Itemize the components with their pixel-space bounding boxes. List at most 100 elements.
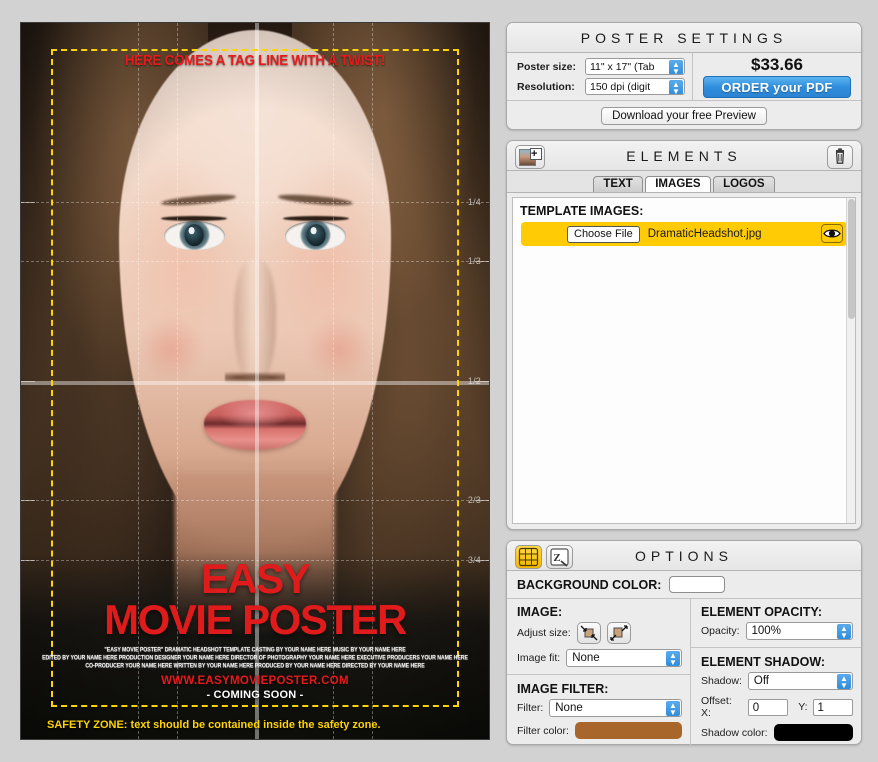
chevron-updown-icon[interactable]: ▲▼ bbox=[666, 651, 680, 666]
poster-billing-block[interactable]: "EASY MOVIE POSTER" DRAMATIC HEADSHOT TE… bbox=[21, 646, 489, 670]
chevron-updown-icon[interactable]: ▲▼ bbox=[666, 701, 680, 716]
background-color-swatch[interactable] bbox=[669, 576, 725, 593]
poster-coming-soon[interactable]: - COMING SOON - bbox=[21, 689, 489, 701]
options-title: OPTIONS bbox=[635, 548, 733, 564]
shadow-value: Off bbox=[754, 675, 769, 687]
toggle-visibility-button[interactable] bbox=[821, 224, 843, 243]
chevron-updown-icon[interactable]: ▲▼ bbox=[837, 624, 851, 639]
element-shadow-section-title: ELEMENT SHADOW: bbox=[701, 655, 853, 669]
image-fit-value: None bbox=[572, 652, 600, 664]
image-fit-label: Image fit: bbox=[517, 652, 560, 664]
expand-to-fill-button[interactable] bbox=[607, 622, 631, 644]
filter-row: Filter: None ▲▼ bbox=[517, 699, 682, 717]
image-fit-row: Image fit: None ▲▼ bbox=[517, 649, 682, 667]
shadow-color-swatch[interactable] bbox=[774, 724, 853, 741]
template-images-label: TEMPLATE IMAGES: bbox=[513, 198, 855, 222]
grid-guides-icon bbox=[516, 546, 541, 568]
resolution-select[interactable]: 150 dpi (digit ▲▼ bbox=[585, 78, 685, 95]
shadow-color-label: Shadow color: bbox=[701, 727, 768, 739]
plus-icon: + bbox=[530, 148, 542, 160]
elements-content: TEMPLATE IMAGES: Choose File DramaticHea… bbox=[512, 197, 856, 524]
svg-text:Z: Z bbox=[553, 552, 565, 564]
poster-size-select[interactable]: 11" x 17" (Tab ▲▼ bbox=[585, 58, 685, 75]
chevron-updown-icon[interactable]: ▲▼ bbox=[669, 60, 683, 75]
delete-element-button[interactable] bbox=[827, 145, 853, 169]
resolution-row: Resolution: 150 dpi (digit ▲▼ bbox=[517, 78, 692, 95]
options-columns: IMAGE: Adjust size: bbox=[507, 599, 861, 746]
shadow-offset-row: Offset: X: 0 Y: 1 bbox=[701, 695, 853, 719]
shadow-label: Shadow: bbox=[701, 675, 742, 687]
poster-size-row: Poster size: 11" x 17" (Tab ▲▼ bbox=[517, 58, 692, 75]
chevron-updown-icon[interactable]: ▲▼ bbox=[669, 80, 683, 95]
adjust-size-label: Adjust size: bbox=[517, 627, 571, 639]
elements-title: ELEMENTS bbox=[626, 148, 741, 164]
poster-size-value: 11" x 17" (Tab bbox=[590, 61, 654, 73]
options-panel: OPTIONS Z BACKGROUND COLOR: bbox=[506, 540, 862, 745]
tab-images[interactable]: IMAGES bbox=[645, 176, 710, 192]
image-filter-section-title: IMAGE FILTER: bbox=[517, 682, 682, 696]
layout-view-button[interactable]: Z bbox=[546, 545, 573, 569]
elements-scrollbar[interactable] bbox=[846, 198, 855, 523]
adjust-size-row: Adjust size: bbox=[517, 622, 682, 644]
poster-settings-fields: Poster size: 11" x 17" (Tab ▲▼ Resolutio… bbox=[507, 53, 693, 100]
options-divider-right bbox=[691, 647, 861, 648]
image-fit-select[interactable]: None ▲▼ bbox=[566, 649, 682, 667]
toggle-guides-button[interactable] bbox=[515, 545, 542, 569]
poster-title-line1[interactable]: EASY bbox=[21, 559, 489, 599]
shadow-color-row: Shadow color: bbox=[701, 724, 853, 741]
preview-row: Download your free Preview bbox=[507, 100, 861, 130]
options-divider bbox=[507, 674, 690, 675]
template-image-filename: DramaticHeadshot.jpg bbox=[648, 228, 762, 240]
chevron-updown-icon[interactable]: ▲▼ bbox=[837, 674, 851, 689]
elements-panel: ELEMENTS + TEXT IMAGES LOGOS TEMPLAT bbox=[506, 140, 862, 530]
poster-tagline[interactable]: HERE COMES A TAG LINE WITH A TWIST! bbox=[40, 53, 471, 69]
poster-settings-panel: POSTER SETTINGS Poster size: 11" x 17" (… bbox=[506, 22, 862, 130]
offset-x-label: Offset: X: bbox=[701, 695, 743, 719]
poster-title-line2[interactable]: MOVIE POSTER bbox=[21, 599, 489, 640]
add-image-button[interactable]: + bbox=[515, 145, 545, 169]
filter-color-swatch[interactable] bbox=[575, 722, 682, 739]
filter-value: None bbox=[555, 702, 583, 714]
poster-price-area: $33.66 ORDER your PDF bbox=[693, 53, 861, 100]
shrink-to-fit-icon bbox=[578, 623, 600, 643]
safety-zone-caption: SAFETY ZONE: text should be contained in… bbox=[47, 719, 381, 731]
download-preview-button[interactable]: Download your free Preview bbox=[601, 107, 767, 125]
poster-size-label: Poster size: bbox=[517, 61, 585, 73]
poster-website[interactable]: WWW.EASYMOVIEPOSTER.COM bbox=[21, 675, 489, 687]
opacity-select[interactable]: 100% ▲▼ bbox=[746, 622, 853, 640]
shadow-row: Shadow: Off ▲▼ bbox=[701, 672, 853, 690]
filter-label: Filter: bbox=[517, 702, 543, 714]
opacity-value: 100% bbox=[752, 625, 781, 637]
trash-icon bbox=[828, 146, 852, 168]
options-panel-header: OPTIONS Z bbox=[507, 541, 861, 571]
poster-text-block: EASY MOVIE POSTER "EASY MOVIE POSTER" DR… bbox=[21, 559, 489, 701]
expand-to-fill-icon bbox=[608, 623, 630, 643]
layout-z-icon: Z bbox=[547, 546, 572, 568]
filter-select[interactable]: None ▲▼ bbox=[549, 699, 682, 717]
background-color-label: BACKGROUND COLOR: bbox=[517, 578, 661, 592]
elements-scrollbar-thumb[interactable] bbox=[848, 199, 855, 319]
offset-y-input[interactable]: 1 bbox=[813, 699, 853, 716]
choose-file-button[interactable]: Choose File bbox=[567, 226, 640, 243]
options-left-column: IMAGE: Adjust size: bbox=[507, 599, 691, 746]
image-section-title: IMAGE: bbox=[517, 605, 682, 619]
order-pdf-button[interactable]: ORDER your PDF bbox=[703, 76, 851, 98]
poster-preview-canvas[interactable]: 1/4 1/3 1/2 2/3 3/4 HERE COMES A TAG LIN… bbox=[20, 22, 490, 740]
elements-tabbar: TEXT IMAGES LOGOS bbox=[507, 171, 861, 193]
shadow-select[interactable]: Off ▲▼ bbox=[748, 672, 853, 690]
resolution-label: Resolution: bbox=[517, 81, 585, 93]
template-image-row[interactable]: Choose File DramaticHeadshot.jpg bbox=[521, 222, 847, 246]
billing-line-3: CO-PRODUCER YOUR NAME HERE WRITTEN BY YO… bbox=[33, 661, 477, 671]
offset-y-label: Y: bbox=[798, 701, 807, 713]
shrink-to-fit-button[interactable] bbox=[577, 622, 601, 644]
eye-icon bbox=[822, 225, 842, 242]
tab-logos[interactable]: LOGOS bbox=[713, 176, 775, 192]
resolution-value: 150 dpi (digit bbox=[590, 81, 650, 93]
background-color-row: BACKGROUND COLOR: bbox=[507, 571, 861, 599]
price-value: $33.66 bbox=[693, 55, 861, 74]
offset-x-input[interactable]: 0 bbox=[748, 699, 788, 716]
tab-text[interactable]: TEXT bbox=[593, 176, 642, 192]
opacity-label: Opacity: bbox=[701, 625, 740, 637]
filter-color-row: Filter color: bbox=[517, 722, 682, 739]
elements-panel-header: ELEMENTS + bbox=[507, 141, 861, 171]
